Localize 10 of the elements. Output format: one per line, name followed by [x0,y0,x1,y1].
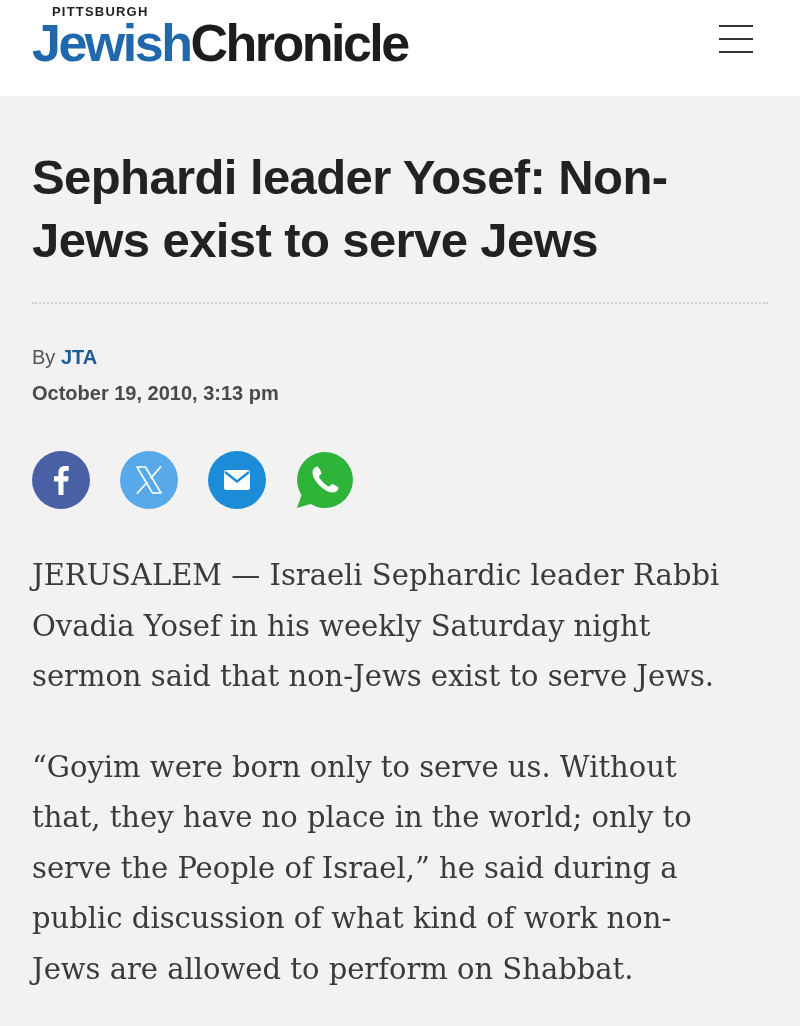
menu-button[interactable] [718,24,754,54]
author-link[interactable]: JTA [60,346,98,368]
facebook-icon[interactable] [32,451,90,509]
byline: By JTA [32,345,99,370]
menu-icon [718,24,754,54]
mail-icon[interactable] [208,451,266,509]
whatsapp-icon[interactable] [296,451,354,509]
x-logo-icon[interactable] [120,451,178,509]
publish-date: October 19, 2010, 3:13 pm [32,381,280,406]
article-headline: Sephardi leader Yosef: Non-Jews exist to serve Jews [32,149,669,269]
